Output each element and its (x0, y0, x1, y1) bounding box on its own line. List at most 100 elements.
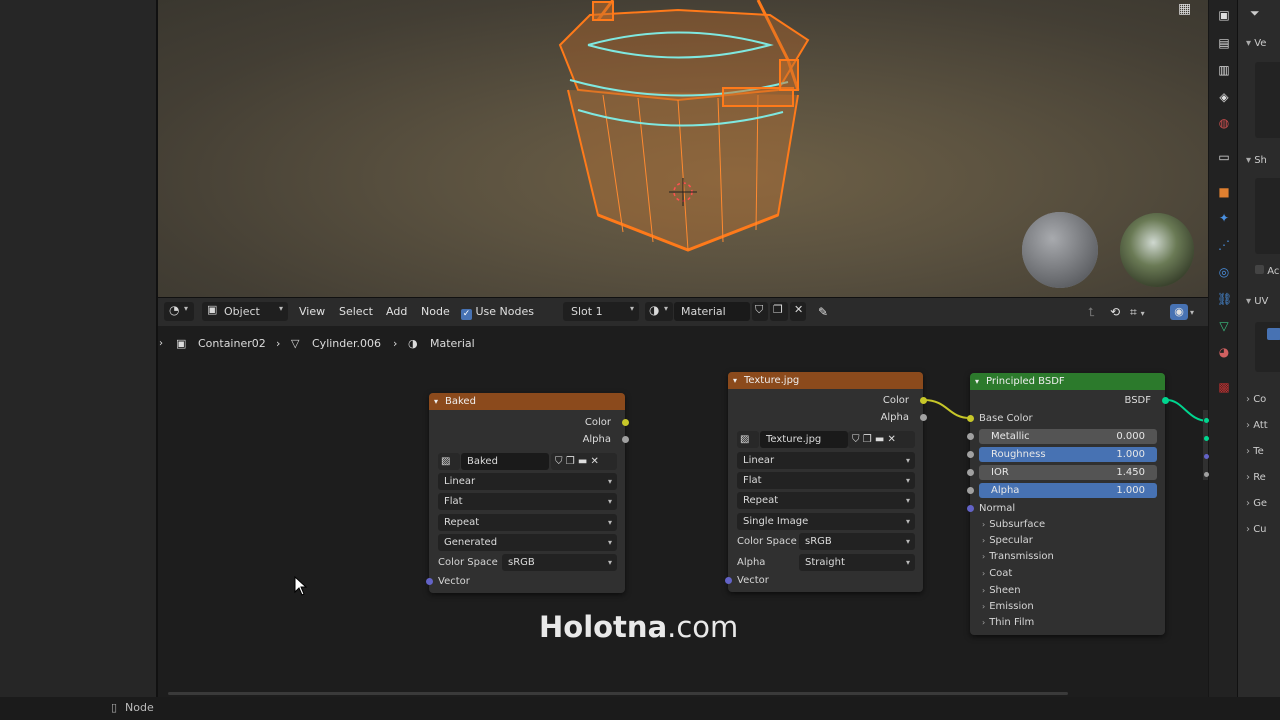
data-icon[interactable]: ▽ (1217, 319, 1231, 333)
input-ior-socket[interactable] (967, 469, 974, 476)
slot-select[interactable]: Slot 1 ▾ (563, 302, 639, 321)
panel-specular[interactable]: › Specular (982, 535, 1033, 546)
output-color-socket[interactable] (622, 419, 629, 426)
shape-keys-list[interactable] (1255, 178, 1280, 254)
breadcrumb-mesh[interactable]: Cylinder.006 (312, 336, 381, 352)
world-icon[interactable]: ▭ (1217, 150, 1231, 164)
input-vector-socket[interactable] (426, 578, 433, 585)
panel-thin-film[interactable]: › Thin Film (982, 617, 1034, 628)
interpolation-select[interactable]: Linear ▾ (737, 452, 915, 469)
modifier-icon[interactable]: ✦ (1217, 211, 1231, 225)
breadcrumb-material[interactable]: Material (430, 336, 475, 352)
vertex-groups-list[interactable] (1255, 62, 1280, 138)
menu-select[interactable]: Select (339, 303, 373, 321)
scene-icon[interactable]: ◍ (1217, 116, 1231, 130)
image-texture-node-texture[interactable]: ▾ Texture.jpg Color Alpha ▨ Texture.jpg … (725, 372, 927, 592)
material-output-node-partial[interactable] (1203, 410, 1209, 480)
copy-icon[interactable]: ❐ (566, 456, 575, 467)
overlays-icon[interactable]: ◉ (1170, 304, 1188, 320)
overlays-dropdown-icon[interactable]: ▾ (1190, 303, 1194, 321)
editor-type-button[interactable]: ◔ ▾ (164, 302, 194, 321)
close-icon[interactable]: ✕ (887, 434, 895, 445)
extension-select[interactable]: Repeat ▾ (737, 492, 915, 509)
physics-icon[interactable]: ◎ (1217, 265, 1231, 279)
menu-add[interactable]: Add (386, 303, 407, 321)
source-select[interactable]: Single Image ▾ (737, 513, 915, 530)
output-alpha-socket[interactable] (920, 414, 927, 421)
chevron-down-icon[interactable]: ▾ (434, 393, 438, 410)
panel-shape-keys[interactable]: ▾ Sh (1246, 155, 1267, 166)
render-icon[interactable]: ▤ (1217, 36, 1231, 50)
folder-icon[interactable]: ▬ (875, 434, 884, 445)
folder-icon[interactable]: ▬ (578, 456, 587, 467)
interpolation-select[interactable]: Linear ▾ (438, 473, 617, 490)
unlink-material-button[interactable]: ✕ (790, 302, 806, 321)
view-layer-icon[interactable]: ◈ (1217, 90, 1231, 104)
panel-emission[interactable]: › Emission (982, 601, 1034, 612)
chevron-down-icon[interactable]: ▾ (733, 372, 737, 389)
3d-viewport[interactable]: ▦ (158, 0, 1208, 298)
material-name-field[interactable]: Material (674, 302, 750, 321)
source-select[interactable]: Generated ▾ (438, 534, 617, 551)
viewport-grid-icon[interactable]: ▦ (1178, 1, 1191, 17)
filter-icon[interactable]: ⏷ (1250, 6, 1260, 21)
texture-icon[interactable]: ▩ (1217, 380, 1231, 394)
close-icon[interactable]: ✕ (590, 456, 598, 467)
pin-icon[interactable]: ✎ (818, 303, 828, 321)
panel-attributes[interactable]: › Att (1246, 420, 1268, 431)
constraints-icon[interactable]: ⛓ (1217, 292, 1232, 306)
input-roughness-socket[interactable] (967, 451, 974, 458)
snap-icon[interactable]: ⟲ (1110, 303, 1120, 321)
metallic-slider[interactable]: Metallic 0.000 (979, 429, 1157, 444)
active-checkbox[interactable]: Ac (1255, 265, 1279, 277)
image-name-field[interactable]: Texture.jpg (760, 431, 848, 448)
alpha-slider[interactable]: Alpha 1.000 (979, 483, 1157, 498)
fake-user-button[interactable]: ⛉ (752, 302, 768, 321)
shield-icon[interactable]: ⛉ (555, 456, 563, 467)
output-icon[interactable]: ▥ (1217, 63, 1231, 77)
material-icon[interactable]: ◕ (1217, 345, 1231, 359)
panel-transmission[interactable]: › Transmission (982, 551, 1054, 562)
alpha-mode-select[interactable]: Straight ▾ (799, 554, 915, 571)
horizontal-scrollbar[interactable] (168, 692, 1068, 695)
panel-remesh[interactable]: › Re (1246, 472, 1266, 483)
panel-uv-maps[interactable]: ▾ UV (1246, 296, 1268, 307)
breadcrumb-object[interactable]: Container02 (198, 336, 266, 352)
image-texture-node-baked[interactable]: ▾ Baked Color Alpha ▨ Baked ⛉ ❐ ▬ ✕ Line… (426, 393, 629, 593)
menu-view[interactable]: View (299, 303, 325, 321)
node-header[interactable]: ▾ Texture.jpg (728, 372, 923, 389)
roughness-slider[interactable]: Roughness 1.000 (979, 447, 1157, 462)
chevron-down-icon[interactable]: ▾ (975, 373, 979, 390)
panel-vertex-groups[interactable]: ▾ Ve (1246, 38, 1266, 49)
uv-maps-list[interactable] (1255, 322, 1280, 372)
image-actions[interactable]: ⛉ ❐ ▬ ✕ (848, 431, 915, 448)
panel-sheen[interactable]: › Sheen (982, 585, 1021, 596)
node-header[interactable]: ▾ Principled BSDF (970, 373, 1165, 390)
material-browse-button[interactable]: ◑ ▾ (645, 302, 673, 321)
panel-color-attributes[interactable]: › Co (1246, 394, 1266, 405)
output-alpha-socket[interactable] (622, 436, 629, 443)
projection-select[interactable]: Flat ▾ (438, 493, 617, 510)
output-bsdf-socket[interactable] (1162, 397, 1169, 404)
parent-node-tree-icon[interactable]: ⮤ (1088, 303, 1095, 321)
image-name-field[interactable]: Baked (461, 453, 549, 470)
duplicate-material-button[interactable]: ❐ (770, 302, 788, 321)
principled-bsdf-node[interactable]: ▾ Principled BSDF BSDF Base Color Metall… (967, 373, 1169, 635)
particles-icon[interactable]: ⋰ (1217, 238, 1231, 252)
panel-subsurface[interactable]: › Subsurface (982, 519, 1045, 530)
input-metallic-socket[interactable] (967, 433, 974, 440)
menu-node[interactable]: Node (421, 303, 450, 321)
chevron-right-icon[interactable]: › (159, 336, 163, 352)
projection-select[interactable]: Flat ▾ (737, 472, 915, 489)
shield-icon[interactable]: ⛉ (852, 434, 860, 445)
input-alpha-socket[interactable] (967, 487, 974, 494)
input-base-color-socket[interactable] (967, 415, 974, 422)
panel-custom-properties[interactable]: › Cu (1246, 524, 1267, 535)
input-normal-socket[interactable] (967, 505, 974, 512)
ior-slider[interactable]: IOR 1.450 (979, 465, 1157, 480)
panel-coat[interactable]: › Coat (982, 568, 1012, 579)
panel-geometry-data[interactable]: › Ge (1246, 498, 1267, 509)
image-browse-button[interactable]: ▨ (438, 453, 460, 470)
image-actions[interactable]: ⛉ ❐ ▬ ✕ (551, 453, 617, 470)
extension-select[interactable]: Repeat ▾ (438, 514, 617, 531)
